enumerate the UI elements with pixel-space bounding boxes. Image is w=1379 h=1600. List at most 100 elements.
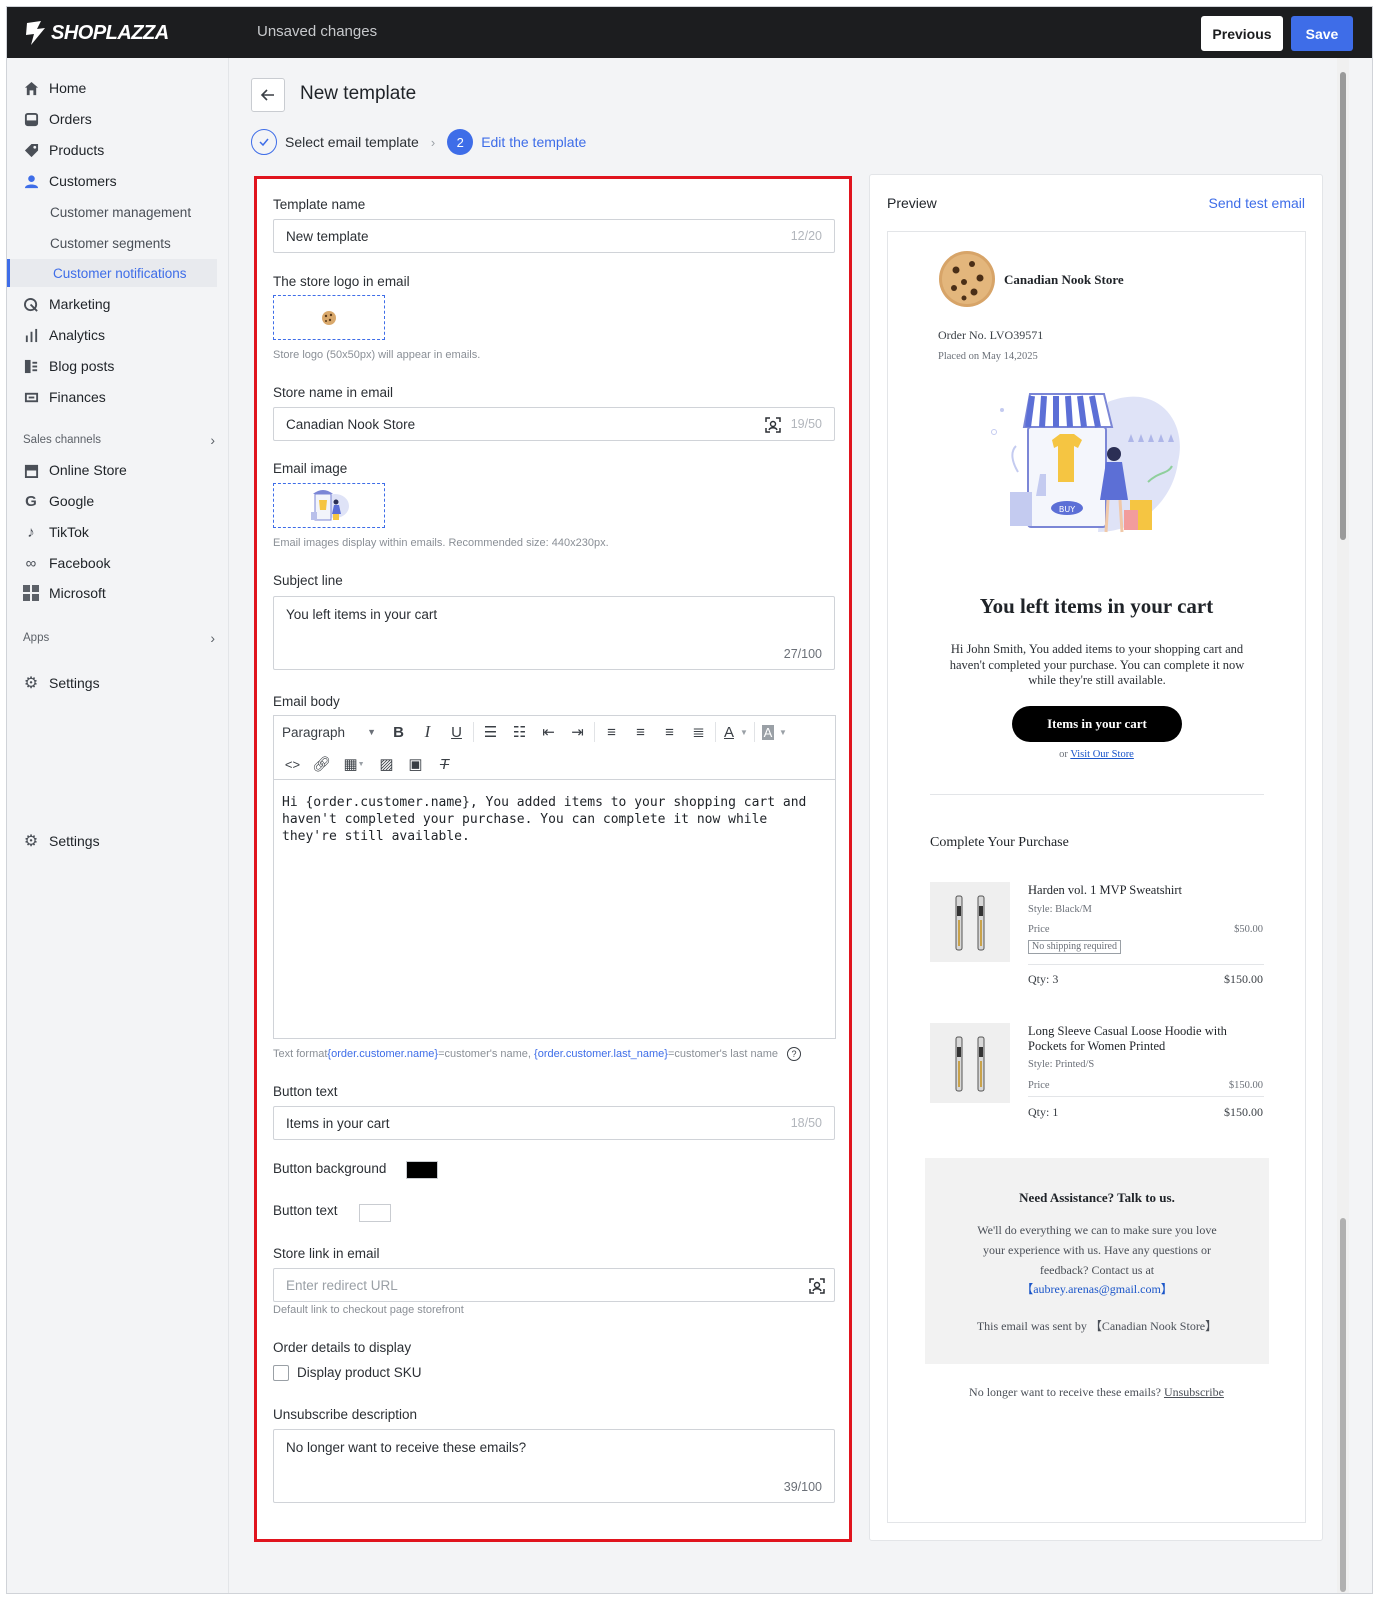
link-icon[interactable]: 🔗︎ (307, 751, 336, 777)
sidebar-item-label: Settings (49, 675, 100, 691)
shopping-illustration-thumbnail (311, 489, 349, 520)
cookie-logo-icon (322, 310, 336, 325)
toolbar-row-1: Paragraph ▼ B I U ☰ ☷ ⇤ ⇥ ≡ ≡ ≡ ≣ A ▼ A … (274, 717, 791, 747)
scrollbar-thumb[interactable] (1340, 72, 1346, 540)
display-sku-label[interactable]: Display product SKU (297, 1365, 422, 1380)
clear-format-icon[interactable]: T (430, 751, 459, 777)
sidebar-item-customer-management[interactable]: Customer management (50, 198, 191, 226)
previous-button[interactable]: Previous (1201, 16, 1283, 51)
format-variable: {order.customer.last_name} (534, 1047, 668, 1060)
sidebar-item-finances[interactable]: Finances (21, 383, 217, 411)
caret-down-icon[interactable]: ▼ (740, 728, 752, 737)
display-sku-checkbox[interactable] (273, 1365, 289, 1381)
save-button[interactable]: Save (1291, 16, 1353, 51)
template-name-value: New template (286, 228, 369, 244)
align-center-icon[interactable]: ≡ (626, 719, 655, 745)
google-icon: G (25, 492, 37, 510)
store-link-hint: Default link to checkout page storefront (273, 1304, 464, 1316)
shoplazza-logo[interactable]: SHOPLAZZA (23, 19, 169, 47)
bullet-list-icon[interactable]: ☰ (476, 719, 505, 745)
sidebar-item-microsoft[interactable]: Microsoft (21, 579, 217, 607)
back-button[interactable] (251, 78, 285, 112)
sidebar-item-customer-notifications[interactable]: Customer notifications (7, 259, 217, 287)
variable-picker-icon[interactable] (808, 1277, 826, 1295)
numbered-list-icon[interactable]: ☷ (505, 719, 534, 745)
outdent-icon[interactable]: ⇤ (534, 719, 563, 745)
placed-on-date: Placed on May 14,2025 (938, 351, 1038, 362)
logo-text: SHOPLAZZA (51, 21, 169, 44)
store-name-input[interactable]: Canadian Nook Store 19/50 (273, 407, 835, 441)
tiktok-icon: ♪ (27, 523, 35, 541)
code-icon[interactable]: <> (278, 751, 307, 777)
assistance-email-link[interactable]: 【aubrey.arenas@gmail.com】 (925, 1280, 1269, 1298)
unsubscribe-input[interactable]: No longer want to receive these emails? … (273, 1429, 835, 1503)
toolbar-divider (594, 722, 595, 742)
subject-line-input[interactable]: You left items in your cart 27/100 (273, 596, 835, 670)
button-text-label: Button text (273, 1084, 338, 1099)
sidebar-item-settings[interactable]: ⚙ Settings (21, 669, 217, 697)
align-right-icon[interactable]: ≡ (655, 719, 684, 745)
toolbar-divider (715, 722, 716, 742)
indent-icon[interactable]: ⇥ (563, 719, 592, 745)
scrollbar-track-lower (1340, 1218, 1346, 1592)
step-number-badge: 2 (447, 129, 474, 155)
sidebar-item-online-store[interactable]: Online Store (21, 456, 217, 484)
button-text-input[interactable]: Items in your cart 18/50 (273, 1106, 835, 1140)
top-bar: SHOPLAZZA Unsaved changes Previous Save (7, 7, 1372, 58)
paragraph-format-select[interactable]: Paragraph ▼ (274, 719, 384, 745)
highlight-color-icon[interactable]: A (757, 719, 779, 745)
italic-icon[interactable]: I (413, 719, 442, 745)
store-link-input[interactable]: Enter redirect URL (273, 1268, 835, 1302)
sidebar-item-home[interactable]: Home (21, 74, 217, 102)
caret-down-icon[interactable]: ▼ (779, 728, 791, 737)
sidebar-item-label: TikTok (49, 524, 89, 540)
sidebar-item-customers[interactable]: Customers (21, 167, 217, 195)
email-preview: Canadian Nook Store Order No. LVO39571 P… (887, 231, 1306, 1523)
sidebar-item-facebook[interactable]: ∞ Facebook (21, 549, 217, 577)
page-scrollbar[interactable] (1337, 58, 1349, 1593)
sidebar-item-customer-segments[interactable]: Customer segments (50, 229, 171, 257)
product-image (930, 882, 1010, 962)
store-name-label: Store name in email (273, 385, 394, 400)
step-select-template[interactable]: Select email template (285, 134, 419, 150)
table-icon[interactable]: ▦ ▼ (336, 751, 372, 777)
button-text-color-swatch[interactable] (359, 1204, 391, 1222)
product-name: Long Sleeve Casual Loose Hoodie with Poc… (1028, 1024, 1227, 1053)
sidebar-item-analytics[interactable]: Analytics (21, 321, 217, 349)
template-name-input[interactable]: New template 12/20 (273, 219, 835, 253)
sidebar-item-settings-bottom[interactable]: ⚙ Settings (21, 827, 217, 855)
sidebar-item-products[interactable]: Products (21, 136, 217, 164)
email-body-text: Hi John Smith, You added items to your s… (949, 642, 1245, 687)
sidebar-item-orders[interactable]: Orders (21, 105, 217, 133)
format-prefix: Text format (273, 1047, 328, 1060)
sidebar-item-blog-posts[interactable]: Blog posts (21, 352, 217, 380)
logo-mark-icon (26, 21, 45, 45)
video-icon[interactable]: ▣ (401, 751, 430, 777)
button-background-swatch[interactable] (406, 1161, 438, 1179)
email-image-upload[interactable] (273, 483, 385, 528)
variable-picker-icon[interactable] (764, 416, 782, 434)
store-logo-upload[interactable] (273, 295, 385, 340)
toolbar-divider (473, 722, 474, 742)
subject-line-value: You left items in your cart (286, 607, 438, 622)
underline-icon[interactable]: U (442, 719, 471, 745)
visit-store-link[interactable]: Visit Our Store (1070, 749, 1134, 760)
sidebar-item-google[interactable]: G Google (21, 487, 217, 515)
apps-section[interactable]: Apps › (23, 630, 215, 646)
email-body-content[interactable]: Hi {order.customer.name}, You added item… (274, 780, 835, 859)
email-image-hint: Email images display within emails. Reco… (273, 537, 609, 549)
product-price-label: Price (1028, 1080, 1050, 1091)
image-icon[interactable]: ▨ (372, 751, 401, 777)
unsubscribe-link[interactable]: Unsubscribe (1164, 1385, 1224, 1399)
send-test-email-link[interactable]: Send test email (1209, 195, 1306, 211)
sales-channels-section[interactable]: Sales channels › (23, 432, 215, 448)
align-left-icon[interactable]: ≡ (597, 719, 626, 745)
email-cart-button[interactable]: Items in your cart (1012, 706, 1182, 742)
sidebar-item-tiktok[interactable]: ♪ TikTok (21, 518, 217, 546)
align-justify-icon[interactable]: ≣ (684, 719, 713, 745)
meta-infinity-icon: ∞ (25, 554, 37, 572)
text-color-icon[interactable]: A (718, 719, 740, 745)
sidebar-item-marketing[interactable]: Marketing (21, 290, 217, 318)
help-icon[interactable]: ? (787, 1047, 802, 1061)
bold-icon[interactable]: B (384, 719, 413, 745)
